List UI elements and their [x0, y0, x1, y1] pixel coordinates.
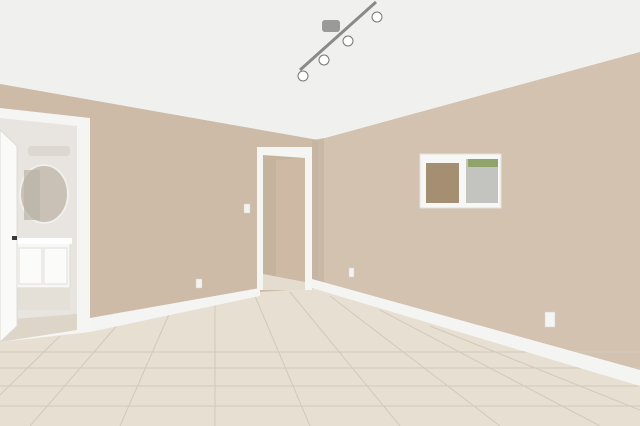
- room-photo: [0, 0, 640, 426]
- corner-shadow: [312, 138, 324, 292]
- bathroom-wall-light: [28, 146, 70, 156]
- hallway-back-wall: [276, 158, 305, 288]
- wall-outlet-right: [348, 267, 355, 278]
- window-foliage: [468, 159, 498, 167]
- vanity-top: [14, 238, 72, 244]
- vanity-door-right: [43, 247, 68, 285]
- mirror-reflection: [24, 170, 40, 220]
- wall-outlet-front: [544, 311, 556, 328]
- light-switch: [243, 203, 251, 214]
- wall-outlet-left: [195, 278, 203, 289]
- window-pane-left: [426, 163, 459, 203]
- door-handle: [12, 236, 17, 240]
- vanity-shelf: [16, 288, 70, 310]
- vanity-door-left: [18, 247, 43, 285]
